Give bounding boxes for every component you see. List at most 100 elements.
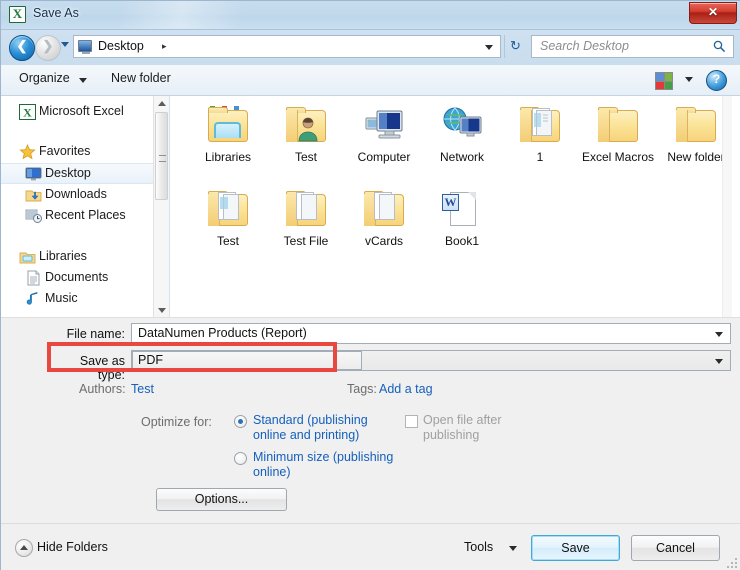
desktop-icon xyxy=(78,40,92,54)
sidebar-item-label: Desktop xyxy=(45,166,91,180)
recent-locations-icon[interactable] xyxy=(61,42,69,47)
options-button[interactable]: Options... xyxy=(156,488,287,511)
scrollbar-thumb[interactable] xyxy=(155,112,168,200)
chevron-down-icon[interactable] xyxy=(715,332,723,337)
breadcrumb[interactable]: Desktop xyxy=(98,39,144,53)
save-button[interactable]: Save xyxy=(531,535,620,561)
open-file-after-publishing-checkbox[interactable] xyxy=(405,415,418,428)
list-item-label: Book1 xyxy=(444,234,480,248)
list-item[interactable]: Computer xyxy=(342,104,426,164)
list-item-label: 1 xyxy=(536,150,544,164)
file-name-input[interactable]: DataNumen Products (Report) xyxy=(131,323,731,344)
svg-text:X: X xyxy=(23,106,32,120)
search-input[interactable]: Search Desktop xyxy=(531,35,734,58)
list-item-label: Test xyxy=(294,150,317,164)
list-item[interactable]: 1 xyxy=(498,104,582,164)
command-toolbar: Organize New folder xyxy=(1,65,740,96)
list-item-label: Network xyxy=(439,150,484,164)
navigation-bar: Desktop ▸ ↻ Search Desktop xyxy=(1,30,740,65)
chevron-down-icon[interactable] xyxy=(509,546,517,551)
excel-icon: X xyxy=(19,104,36,120)
sidebar-item-libraries[interactable]: Libraries xyxy=(1,247,161,268)
sidebar-item-recent-places[interactable]: Recent Places xyxy=(1,206,161,227)
search-icon xyxy=(713,40,726,53)
file-list: Libraries Test Computer Network 1 Excel … xyxy=(170,96,732,317)
list-item[interactable]: vCards xyxy=(342,188,426,248)
list-item[interactable]: Test File xyxy=(264,188,348,248)
sidebar-item-downloads[interactable]: Downloads xyxy=(1,185,161,206)
folder-icon xyxy=(594,104,642,148)
aero-sheen xyxy=(121,1,241,29)
folder-icon xyxy=(516,104,564,148)
collapse-up-icon[interactable] xyxy=(15,539,33,557)
change-view-icon[interactable] xyxy=(655,72,673,90)
sidebar-item-documents[interactable]: Documents xyxy=(1,268,161,289)
sidebar-scrollbar[interactable] xyxy=(153,96,169,317)
authors-value[interactable]: Test xyxy=(131,382,154,396)
user-folder-icon xyxy=(282,104,330,148)
list-item[interactable]: Libraries xyxy=(186,104,270,164)
chevron-down-icon[interactable] xyxy=(685,77,693,82)
sidebar-item-label: Libraries xyxy=(39,249,87,263)
save-as-type-value: PDF xyxy=(138,353,163,367)
breadcrumb-separator[interactable]: ▸ xyxy=(162,41,167,52)
navigation-pane: X Microsoft Excel Favorites Desktop Down… xyxy=(1,96,170,317)
chevron-down-icon[interactable] xyxy=(715,359,723,364)
network-icon xyxy=(438,104,486,148)
list-item[interactable]: Test xyxy=(264,104,348,164)
refresh-icon[interactable]: ↻ xyxy=(504,35,526,58)
hide-folders-button[interactable]: Hide Folders xyxy=(37,540,108,554)
list-item[interactable]: New folder xyxy=(654,104,732,164)
scroll-down-arrow-icon[interactable] xyxy=(154,303,169,317)
sidebar-item-microsoft-excel[interactable]: X Microsoft Excel xyxy=(1,102,161,123)
folder-icon xyxy=(204,188,252,232)
word-document-icon: W xyxy=(438,188,486,232)
chevron-down-icon[interactable] xyxy=(79,78,87,83)
cancel-button[interactable]: Cancel xyxy=(631,535,720,561)
list-item-label: Excel Macros xyxy=(581,150,655,164)
address-bar[interactable]: Desktop ▸ xyxy=(73,35,501,58)
folder-icon xyxy=(282,188,330,232)
list-item[interactable]: Excel Macros xyxy=(576,104,660,164)
new-folder-button[interactable]: New folder xyxy=(111,71,171,85)
radio-minimum-size-label[interactable]: Minimum size (publishing online) xyxy=(253,450,403,480)
radio-minimum-size[interactable] xyxy=(234,452,247,465)
scroll-up-arrow-icon[interactable] xyxy=(154,96,169,110)
sidebar-item-favorites[interactable]: Favorites xyxy=(1,142,161,163)
tools-button[interactable]: Tools xyxy=(464,540,493,554)
file-name-label: File name: xyxy=(66,327,125,341)
sidebar-item-label: Downloads xyxy=(45,187,107,201)
save-as-type-select[interactable]: PDF xyxy=(131,350,731,371)
list-item[interactable]: Network xyxy=(420,104,504,164)
help-icon[interactable] xyxy=(706,70,727,91)
sidebar-item-label: Favorites xyxy=(39,144,91,158)
organize-button[interactable]: Organize xyxy=(19,71,70,85)
chevron-down-icon[interactable] xyxy=(485,45,493,50)
list-item-label: vCards xyxy=(364,234,403,248)
radio-standard-label[interactable]: Standard (publishing online and printing… xyxy=(253,413,403,443)
sidebar-item-music[interactable]: Music xyxy=(1,289,161,310)
open-file-after-publishing-label[interactable]: Open file after publishing xyxy=(423,413,533,443)
optimize-for-label: Optimize for: xyxy=(141,415,212,429)
recent-places-icon xyxy=(25,208,42,224)
documents-icon xyxy=(25,270,42,286)
list-item-label: Computer xyxy=(357,150,411,164)
close-icon[interactable] xyxy=(689,2,737,24)
list-item[interactable]: Test xyxy=(186,188,270,248)
list-item[interactable]: W Book1 xyxy=(420,188,504,248)
word-logo: W xyxy=(442,194,459,211)
folder-icon xyxy=(360,188,408,232)
forward-arrow-icon[interactable] xyxy=(35,35,61,61)
save-as-type-label: Save as type: xyxy=(79,354,125,382)
tags-value[interactable]: Add a tag xyxy=(379,382,433,396)
file-name-value: DataNumen Products (Report) xyxy=(138,326,307,340)
file-list-scrollbar[interactable] xyxy=(722,96,732,317)
sidebar-item-desktop[interactable]: Desktop xyxy=(1,163,167,184)
list-item-label: New folder xyxy=(667,150,725,164)
window-title: Save As xyxy=(33,6,79,20)
resize-grip[interactable] xyxy=(727,558,738,569)
list-item-label: Test File xyxy=(283,234,329,248)
radio-standard[interactable] xyxy=(234,415,247,428)
browser-pane: X Microsoft Excel Favorites Desktop Down… xyxy=(1,96,740,317)
back-arrow-icon[interactable] xyxy=(9,35,35,61)
